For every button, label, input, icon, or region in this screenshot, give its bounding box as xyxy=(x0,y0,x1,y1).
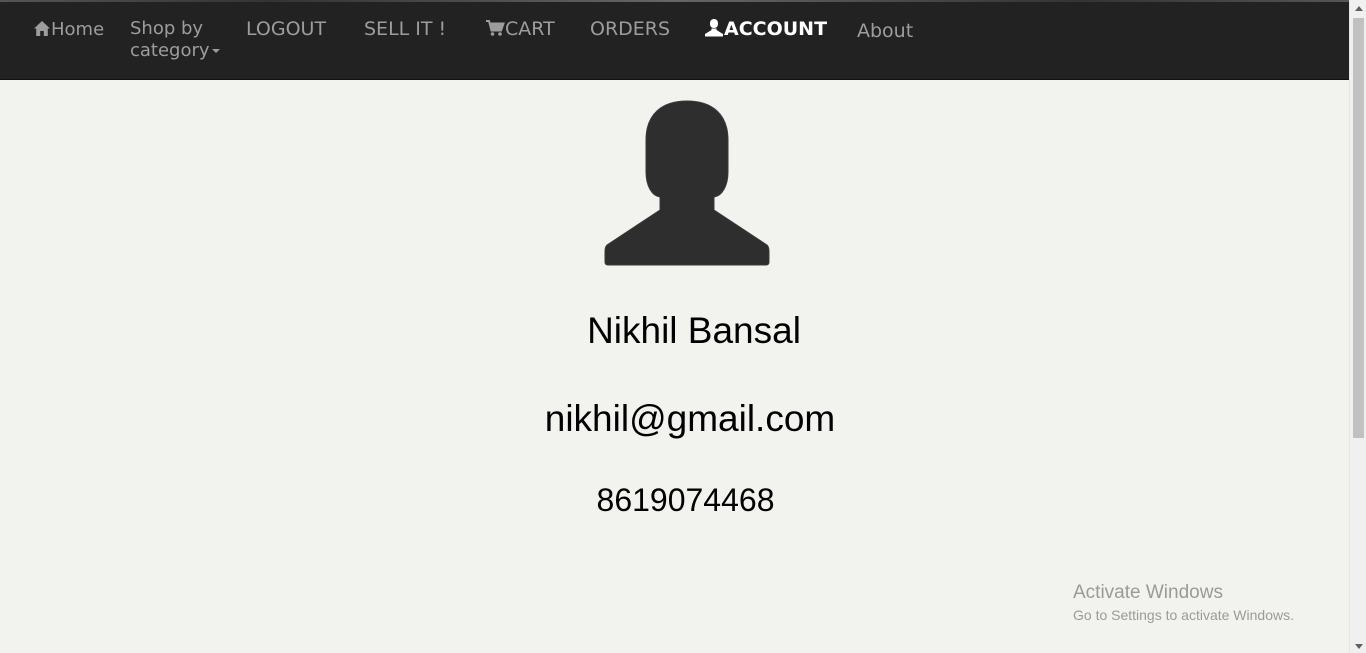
nav-orders-link[interactable]: ORDERS xyxy=(590,18,670,41)
nav-cart-link[interactable]: CART xyxy=(485,18,555,41)
nav-logout-link[interactable]: LOGOUT xyxy=(246,18,326,41)
scroll-up-arrow-icon[interactable] xyxy=(1355,6,1363,11)
top-navbar: Home Shop by category LOGOUT SELL IT ! C… xyxy=(0,0,1349,80)
nav-logout-label: LOGOUT xyxy=(246,18,327,40)
vertical-scrollbar[interactable] xyxy=(1349,0,1366,653)
nav-shop-by-category-dropdown[interactable]: Shop by category xyxy=(130,18,220,62)
watermark-title: Activate Windows xyxy=(1073,582,1223,603)
chevron-down-icon xyxy=(211,49,220,53)
nav-orders-label: ORDERS xyxy=(590,18,671,40)
watermark-subtitle: Go to Settings to activate Windows. xyxy=(1073,607,1294,623)
nav-account-link[interactable]: ACCOUNT xyxy=(704,18,827,41)
nav-about-label: About xyxy=(857,20,914,42)
nav-shop-label-line1: Shop by xyxy=(130,18,204,39)
nav-home-link[interactable]: Home xyxy=(33,18,104,41)
scroll-down-arrow-icon[interactable] xyxy=(1355,644,1363,649)
nav-sell-link[interactable]: SELL IT ! xyxy=(364,18,446,41)
nav-shop-label-line2: category xyxy=(130,40,210,61)
profile-email: nikhil@gmail.com xyxy=(544,398,836,439)
nav-sell-label: SELL IT ! xyxy=(364,18,447,40)
activate-windows-watermark: Activate Windows Go to Settings to activ… xyxy=(1073,582,1294,625)
user-silhouette-icon xyxy=(604,100,770,266)
scrollbar-thumb[interactable] xyxy=(1353,18,1364,438)
user-icon xyxy=(704,18,724,40)
profile-name: Nikhil Bansal xyxy=(587,310,801,351)
cart-icon xyxy=(485,18,505,40)
nav-about-link[interactable]: About xyxy=(857,20,913,43)
nav-cart-label: CART xyxy=(505,18,555,40)
nav-home-label: Home xyxy=(51,19,105,40)
nav-account-label: ACCOUNT xyxy=(724,18,828,40)
page: Home Shop by category LOGOUT SELL IT ! C… xyxy=(0,0,1366,653)
navbar-top-border xyxy=(0,0,1349,2)
home-icon xyxy=(33,19,51,40)
profile-phone: 8619074468 xyxy=(596,482,775,518)
